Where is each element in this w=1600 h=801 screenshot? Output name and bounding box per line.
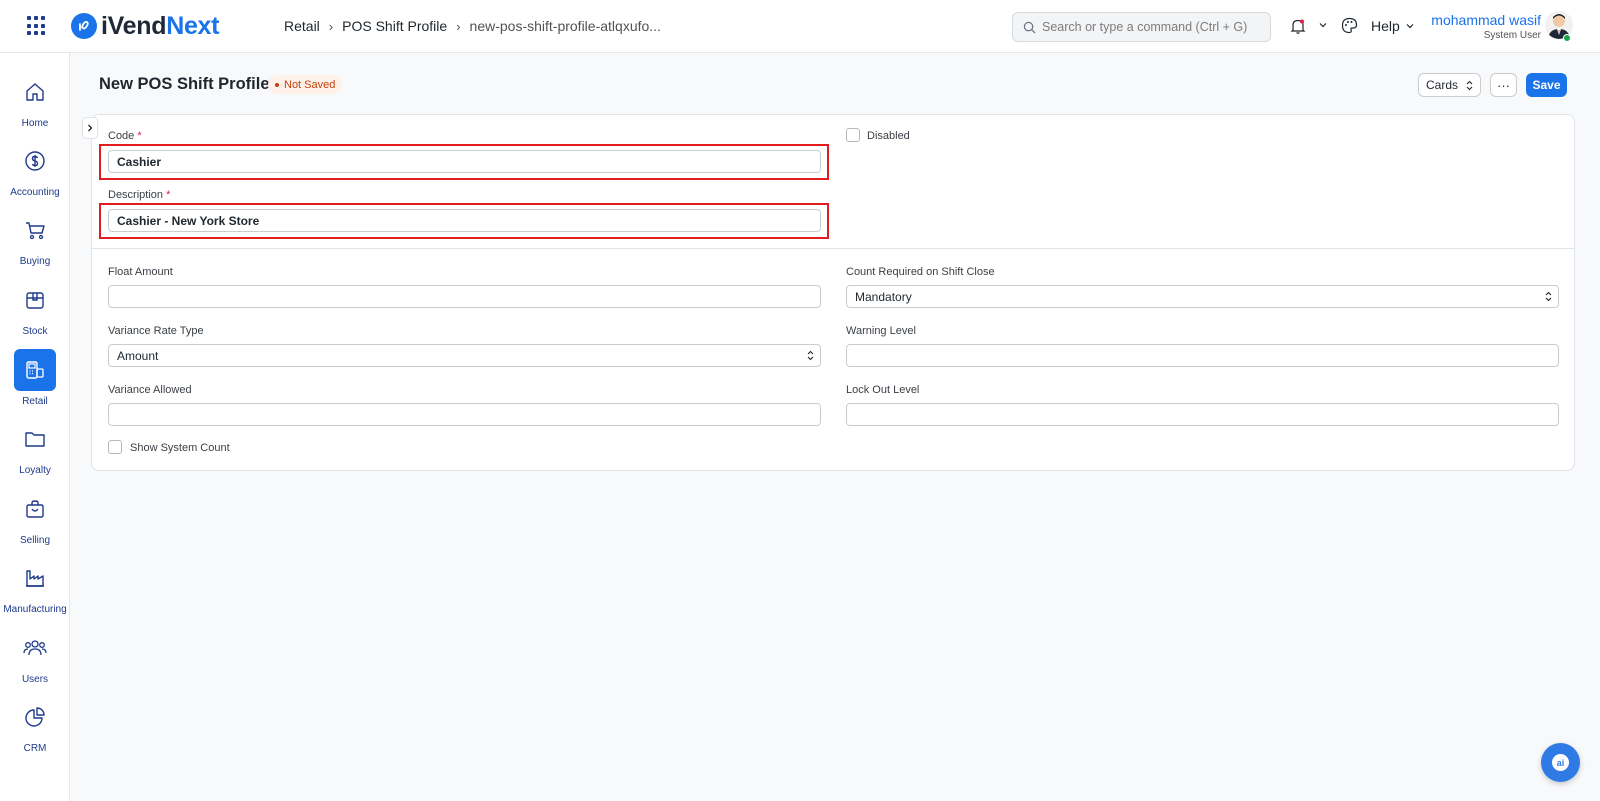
breadcrumb-current: new-pos-shift-profile-atlqxufo... <box>469 18 661 34</box>
view-cards-label: Cards <box>1425 78 1458 92</box>
count-required-select[interactable]: Mandatory <box>846 285 1559 308</box>
folder-icon <box>25 432 45 447</box>
select-caret-icon <box>1545 291 1552 302</box>
help-menu[interactable]: Help <box>1371 18 1415 34</box>
sidebar-item-users[interactable]: Users <box>0 627 70 685</box>
float-amount-input[interactable] <box>108 285 821 308</box>
logo-icon <box>71 13 97 39</box>
variance-allowed-label: Variance Allowed <box>108 384 192 396</box>
sidebar: Home Accounting Buying Stock Retail Loya… <box>0 53 70 801</box>
breadcrumb: Retail › POS Shift Profile › new-pos-shi… <box>284 18 661 34</box>
user-role: System User <box>1483 30 1541 41</box>
sidebar-item-label: Accounting <box>10 187 60 198</box>
sidebar-item-label: Buying <box>19 256 51 267</box>
apps-grid-icon[interactable] <box>27 16 47 36</box>
shopping-bag-icon <box>26 500 44 518</box>
code-label: Code * <box>108 130 142 142</box>
chevron-down-icon <box>1406 24 1414 29</box>
variance-rate-type-label: Variance Rate Type <box>108 325 204 337</box>
sidebar-item-stock[interactable]: Stock <box>0 279 70 337</box>
sidebar-item-label: Selling <box>19 535 51 546</box>
sidebar-item-retail[interactable]: Retail <box>0 349 70 407</box>
pos-terminal-icon <box>26 361 44 379</box>
variance-allowed-input[interactable] <box>108 403 821 426</box>
sidebar-item-label: Stock <box>22 326 48 337</box>
breadcrumb-pos-shift-profile[interactable]: POS Shift Profile <box>342 18 447 34</box>
chevron-right-icon: › <box>328 18 334 34</box>
palette-icon[interactable] <box>1341 17 1358 34</box>
dollar-icon <box>25 151 45 171</box>
variance-rate-type-select[interactable]: Amount <box>108 344 821 367</box>
sidebar-item-accounting[interactable]: Accounting <box>0 140 70 198</box>
variance-rate-type-value: Amount <box>117 348 159 363</box>
user-name: mohammad wasif <box>1431 12 1541 28</box>
warning-level-label: Warning Level <box>846 325 916 337</box>
top-navbar: iVendNext Retail › POS Shift Profile › n… <box>0 0 1600 53</box>
description-label: Description * <box>108 189 171 201</box>
save-button[interactable]: Save <box>1526 73 1567 97</box>
sidebar-item-crm[interactable]: CRM <box>0 696 70 754</box>
sidebar-item-label: Loyalty <box>19 465 51 476</box>
help-label: Help <box>1371 18 1400 34</box>
user-menu[interactable]: mohammad wasif System User <box>1431 12 1541 41</box>
disabled-label: Disabled <box>867 130 910 142</box>
sidebar-item-home[interactable]: Home <box>0 71 70 129</box>
chevron-down-icon[interactable] <box>1318 20 1328 30</box>
sidebar-item-label: Home <box>21 118 49 129</box>
float-amount-label: Float Amount <box>108 266 173 278</box>
home-icon <box>26 83 44 101</box>
cart-icon <box>26 222 45 240</box>
lock-out-level-label: Lock Out Level <box>846 384 920 396</box>
sort-icon <box>1466 80 1473 90</box>
status-badge: Not Saved <box>268 75 343 94</box>
ai-assistant-button[interactable]: ai <box>1541 743 1580 782</box>
factory-icon <box>26 570 44 587</box>
select-caret-icon <box>807 350 814 361</box>
chevron-right-icon: › <box>456 18 461 34</box>
lock-out-level-input[interactable] <box>846 403 1559 426</box>
count-required-value: Mandatory <box>855 289 912 304</box>
chevron-right-icon <box>88 124 93 132</box>
online-status-dot <box>1563 34 1571 42</box>
section-divider <box>92 248 1574 249</box>
sidebar-item-manufacturing[interactable]: Manufacturing <box>0 557 70 615</box>
sidebar-item-buying[interactable]: Buying <box>0 209 70 267</box>
warning-level-input[interactable] <box>846 344 1559 367</box>
sidebar-item-label: Manufacturing <box>3 604 67 615</box>
users-icon <box>23 640 47 656</box>
more-options-button[interactable]: ··· <box>1490 73 1517 97</box>
logo-text: iVendNext <box>101 11 220 40</box>
sidebar-item-label: Retail <box>22 396 48 407</box>
box-icon <box>26 292 44 309</box>
search-bar[interactable] <box>1012 12 1271 42</box>
ai-icon: ai <box>1552 754 1569 771</box>
count-required-label: Count Required on Shift Close <box>846 266 995 278</box>
search-input[interactable] <box>1042 20 1257 34</box>
pie-chart-icon <box>25 707 45 727</box>
bell-icon[interactable] <box>1290 18 1306 35</box>
code-input[interactable]: Cashier <box>108 150 821 173</box>
app-logo[interactable]: iVendNext <box>71 12 219 40</box>
page-title: New POS Shift Profile <box>99 75 270 93</box>
sidebar-item-label: CRM <box>23 743 47 754</box>
show-system-count-label: Show System Count <box>130 442 230 454</box>
disabled-checkbox[interactable] <box>846 128 860 142</box>
show-system-count-checkbox[interactable] <box>108 440 122 454</box>
sidebar-toggle-button[interactable] <box>82 117 98 139</box>
description-input[interactable]: Cashier - New York Store <box>108 209 821 232</box>
sidebar-item-selling[interactable]: Selling <box>0 488 70 546</box>
view-cards-button[interactable]: Cards <box>1418 73 1481 97</box>
breadcrumb-retail[interactable]: Retail <box>284 18 320 34</box>
sidebar-item-loyalty[interactable]: Loyalty <box>0 418 70 476</box>
sidebar-item-label: Users <box>21 674 49 685</box>
search-icon <box>1023 21 1036 33</box>
